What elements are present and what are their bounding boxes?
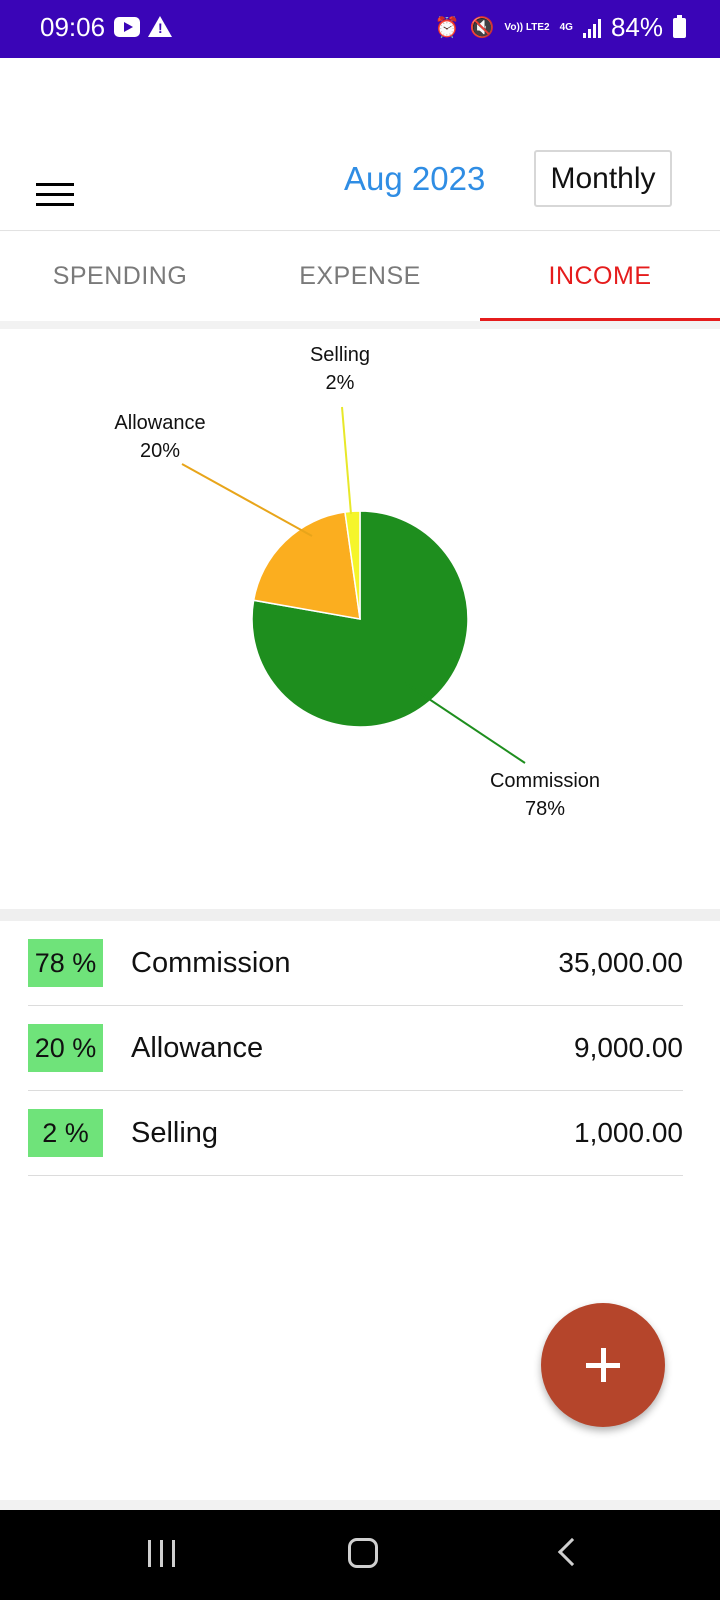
status-time: 09:06 xyxy=(40,12,106,42)
category-amount: 1,000.00 xyxy=(574,1117,683,1148)
slice-percent-commission: 78% xyxy=(525,798,565,820)
tab-bar: SPENDING EXPENSE INCOME xyxy=(0,232,720,322)
volte-indicator: Vo)) LTE2 xyxy=(504,22,550,33)
slice-label-selling: Selling xyxy=(310,344,370,366)
status-left-icons xyxy=(114,16,172,37)
hamburger-icon[interactable] xyxy=(36,183,74,207)
category-amount: 9,000.00 xyxy=(574,1032,683,1063)
separator xyxy=(0,909,720,921)
percent-badge: 20 % xyxy=(28,1024,103,1072)
list-item[interactable]: 2 % Selling 1,000.00 xyxy=(28,1091,683,1176)
plus-icon xyxy=(586,1348,620,1382)
slice-percent-selling: 2% xyxy=(326,372,355,394)
mute-icon: 🔇 xyxy=(469,17,495,39)
recent-apps-icon[interactable] xyxy=(148,1540,175,1567)
list-item[interactable]: 20 % Allowance 9,000.00 xyxy=(28,1006,683,1091)
leader-line-selling xyxy=(341,406,352,515)
pie-chart-svg: Commission 78% Allowance 20% Selling 2% xyxy=(114,344,600,820)
4g-indicator: 4G xyxy=(559,22,573,33)
pie-slice-allowance[interactable] xyxy=(252,511,361,620)
income-pie-chart: Commission 78% Allowance 20% Selling 2% xyxy=(0,329,720,909)
status-right-icons: ⏰ 🔇 Vo)) LTE2 4G 84% xyxy=(435,12,686,43)
category-list: 78 % Commission 35,000.00 20 % Allowance… xyxy=(28,921,683,1176)
signal-icon xyxy=(582,18,601,38)
leader-line-commission xyxy=(404,682,526,764)
tab-income[interactable]: INCOME xyxy=(480,232,720,321)
list-item[interactable]: 78 % Commission 35,000.00 xyxy=(28,921,683,1006)
tab-spending[interactable]: SPENDING xyxy=(0,232,240,321)
warning-icon xyxy=(148,16,172,37)
battery-icon xyxy=(673,14,686,38)
slice-label-allowance: Allowance xyxy=(114,412,205,434)
app-header: Aug 2023 Monthly xyxy=(0,58,720,231)
category-name: Commission xyxy=(131,947,291,979)
status-bar: 09:06 ⏰ 🔇 Vo)) LTE2 4G 84% xyxy=(0,0,720,58)
back-icon[interactable] xyxy=(557,1537,587,1567)
leader-line-allowance xyxy=(181,463,313,537)
add-button[interactable] xyxy=(541,1303,665,1427)
period-button[interactable]: Monthly xyxy=(534,150,672,207)
separator xyxy=(0,1500,720,1510)
separator xyxy=(0,321,720,329)
category-name: Allowance xyxy=(131,1032,264,1064)
tab-expense[interactable]: EXPENSE xyxy=(240,232,480,321)
battery-percent: 84% xyxy=(610,12,663,42)
slice-label-commission: Commission xyxy=(490,770,600,792)
alarm-icon: ⏰ xyxy=(434,17,460,39)
percent-badge: 2 % xyxy=(28,1109,103,1157)
slice-percent-allowance: 20% xyxy=(140,440,180,462)
percent-badge: 78 % xyxy=(28,939,103,987)
month-selector[interactable]: Aug 2023 xyxy=(344,160,485,198)
youtube-icon xyxy=(114,16,140,37)
home-icon[interactable] xyxy=(348,1538,378,1568)
category-name: Selling xyxy=(131,1117,219,1149)
category-amount: 35,000.00 xyxy=(558,947,683,978)
system-nav-bar xyxy=(0,1510,720,1600)
